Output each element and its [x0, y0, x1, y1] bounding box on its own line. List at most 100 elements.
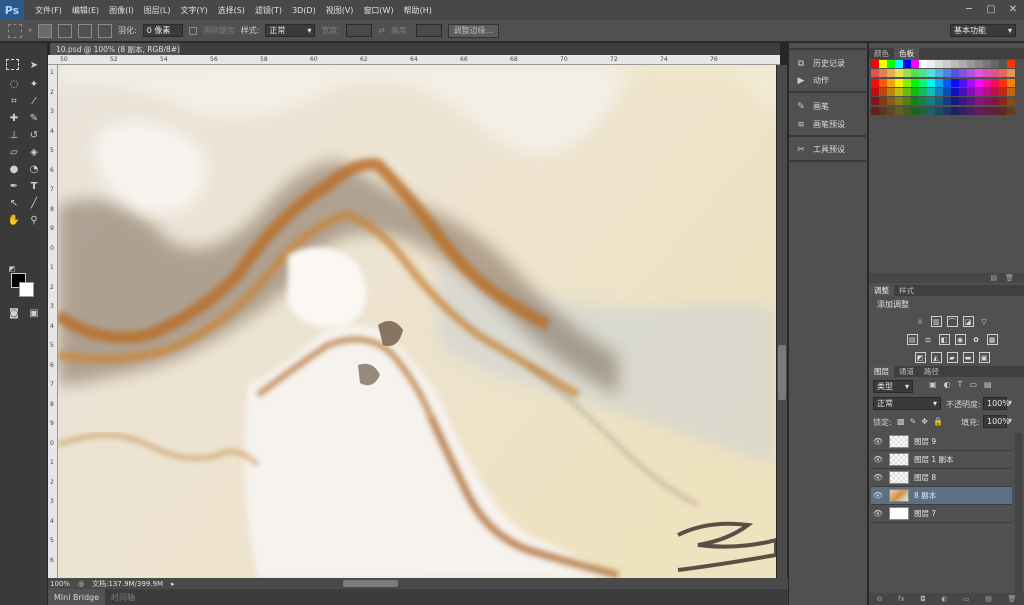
color-swatch[interactable] [991, 69, 999, 78]
color-swatch[interactable] [959, 69, 967, 78]
intersect-selection-icon[interactable] [98, 23, 113, 38]
color-swatch[interactable] [943, 97, 951, 106]
color-swatch[interactable] [871, 97, 879, 106]
color-swatch[interactable] [967, 97, 975, 106]
document-tab[interactable]: 10.psd @ 100% (8 副本, RGB/8#) × [50, 43, 192, 55]
color-swatch[interactable] [943, 78, 951, 87]
color-swatch[interactable] [871, 69, 879, 78]
color-swatch[interactable] [903, 87, 911, 96]
paint-bucket-icon[interactable]: ◈ [26, 144, 42, 160]
tab-layers[interactable]: 图层 [869, 366, 894, 377]
tool-presets-panel-button[interactable]: ✂ 工具预设 [795, 144, 845, 155]
invert-icon[interactable]: ◩ [914, 352, 926, 363]
color-swatch[interactable] [983, 87, 991, 96]
photo-filter-icon[interactable]: ◉ [954, 334, 966, 345]
color-lookup-icon[interactable]: ▦ [986, 334, 998, 345]
visibility-eye-icon[interactable]: 👁 [871, 455, 885, 464]
horizontal-scroll-thumb[interactable] [343, 580, 398, 587]
layer-row[interactable]: 👁 图层 8 [871, 469, 1012, 487]
color-swatch[interactable] [951, 106, 959, 115]
chevron-down-icon[interactable]: ▾ [28, 26, 32, 35]
default-colors-icon[interactable]: ◩ [4, 261, 20, 277]
color-swatch[interactable] [967, 78, 975, 87]
color-swatch[interactable] [999, 60, 1007, 68]
delete-swatch-icon[interactable]: 🗑 [1005, 274, 1014, 282]
color-swatch[interactable] [983, 69, 991, 78]
menu-type[interactable]: 文字(Y) [175, 5, 212, 16]
lock-all-icon[interactable]: 🔒 [933, 417, 943, 426]
color-swatch[interactable] [975, 78, 983, 87]
background-color-swatch[interactable] [19, 282, 34, 297]
color-swatch[interactable] [879, 106, 887, 115]
color-swatch[interactable] [1007, 78, 1015, 87]
visibility-eye-icon[interactable]: 👁 [871, 491, 885, 500]
menu-filter[interactable]: 滤镜(T) [250, 5, 287, 16]
opacity-input[interactable]: 100% [983, 397, 1010, 410]
color-swatch[interactable] [887, 78, 895, 87]
filter-smart-icon[interactable]: ▤ [984, 380, 992, 389]
color-swatch[interactable] [1007, 87, 1015, 96]
document-canvas[interactable] [58, 65, 776, 578]
color-swatch[interactable] [975, 97, 983, 106]
color-swatch[interactable] [1007, 60, 1015, 68]
menu-window[interactable]: 窗口(W) [358, 5, 398, 16]
color-swatch[interactable] [903, 106, 911, 115]
color-swatch[interactable] [991, 87, 999, 96]
healing-brush-icon[interactable]: ✚ [6, 110, 22, 126]
color-swatch[interactable] [1007, 97, 1015, 106]
layer-row[interactable]: 👁 8 副本 [871, 487, 1012, 505]
zoom-level[interactable]: 100% [50, 580, 70, 588]
color-swatch[interactable] [887, 106, 895, 115]
color-swatch[interactable] [943, 69, 951, 78]
color-swatch[interactable] [903, 60, 911, 68]
eyedropper-icon[interactable]: ⁄ [26, 93, 42, 109]
color-swatch[interactable] [927, 106, 935, 115]
color-swatch[interactable] [983, 78, 991, 87]
swap-icon[interactable]: ⇄ [378, 26, 385, 35]
filter-pixel-icon[interactable]: ▣ [929, 380, 937, 389]
pen-tool-icon[interactable]: ✒ [6, 178, 22, 194]
crop-tool-icon[interactable]: ⌗ [6, 93, 22, 109]
color-swatch[interactable] [895, 60, 903, 68]
path-select-icon[interactable]: ↖ [6, 195, 22, 211]
color-swatch[interactable] [887, 87, 895, 96]
layers-scrollbar[interactable] [1015, 433, 1022, 593]
color-swatch[interactable] [967, 106, 975, 115]
color-swatch[interactable] [1007, 69, 1015, 78]
color-swatch[interactable] [871, 87, 879, 96]
color-swatch[interactable] [999, 106, 1007, 115]
color-swatch[interactable] [943, 87, 951, 96]
layer-name[interactable]: 8 副本 [914, 490, 936, 501]
color-swatch[interactable] [887, 97, 895, 106]
tab-timeline[interactable]: 时间轴 [105, 589, 141, 605]
levels-icon[interactable]: ▥ [930, 316, 942, 327]
quick-mask-icon[interactable]: ◙ [6, 305, 22, 321]
tab-paths[interactable]: 路径 [919, 366, 944, 377]
feather-input[interactable]: 0 像素 [142, 24, 183, 37]
threshold-icon[interactable]: ▰ [946, 352, 958, 363]
color-swatch[interactable] [999, 87, 1007, 96]
color-swatch[interactable] [919, 60, 927, 68]
color-swatch[interactable] [959, 97, 967, 106]
color-swatch[interactable] [903, 97, 911, 106]
color-swatch[interactable] [919, 97, 927, 106]
history-brush-icon[interactable]: ↺ [26, 127, 42, 143]
delete-layer-icon[interactable]: 🗑 [1007, 595, 1016, 603]
dodge-tool-icon[interactable]: ◔ [26, 161, 42, 177]
layer-row[interactable]: 👁 图层 9 [871, 433, 1012, 451]
lasso-tool-icon[interactable]: ◌ [6, 76, 22, 92]
color-swatch[interactable] [967, 87, 975, 96]
color-swatch[interactable] [927, 97, 935, 106]
layer-name[interactable]: 图层 8 [914, 472, 936, 483]
color-swatch[interactable] [879, 60, 887, 68]
color-swatch[interactable] [1007, 106, 1015, 115]
refine-edge-button[interactable]: 调整边缘... [447, 23, 500, 38]
color-swatch[interactable] [895, 106, 903, 115]
color-swatch[interactable] [911, 106, 919, 115]
layer-name[interactable]: 图层 9 [914, 436, 936, 447]
filter-adjust-icon[interactable]: ◐ [944, 380, 951, 389]
color-swatch[interactable] [991, 78, 999, 87]
hue-saturation-icon[interactable]: ▤ [906, 334, 918, 345]
color-swatch[interactable] [951, 78, 959, 87]
new-group-icon[interactable]: ▭ [963, 595, 970, 603]
